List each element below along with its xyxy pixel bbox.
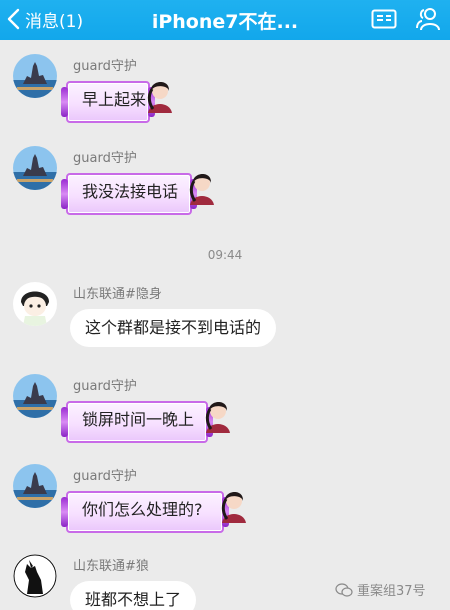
- cartoon-avatar-icon: [13, 282, 57, 326]
- castle-avatar-icon: [13, 464, 57, 508]
- sender-name: guard守护: [73, 151, 137, 166]
- avatar[interactable]: [13, 282, 57, 326]
- avatar[interactable]: [13, 554, 57, 598]
- wechat-icon: [335, 582, 353, 597]
- message-text: 早上起来: [82, 90, 147, 109]
- castle-avatar-icon: [13, 54, 57, 98]
- profile-card-icon: [371, 9, 397, 29]
- wolf-avatar-icon: [13, 554, 57, 598]
- chat-header: 消息(1) iPhone7不在...: [0, 0, 450, 40]
- message-text: 我没法接电话: [82, 182, 179, 201]
- message-text: 你们怎么处理的?: [82, 500, 203, 519]
- watermark-text: 重案组37号: [357, 584, 426, 599]
- avatar[interactable]: [13, 464, 57, 508]
- avatar-sticker-icon: [221, 491, 246, 523]
- avatar[interactable]: [13, 374, 57, 418]
- sender-name: guard守护: [73, 379, 137, 394]
- avatar-sticker-icon: [189, 173, 214, 205]
- message-text: 锁屏时间一晚上: [82, 410, 195, 429]
- sender-name: 山东联通#狼: [73, 559, 149, 574]
- watermark: 重案组37号: [335, 580, 426, 599]
- group-members-button[interactable]: [412, 4, 444, 34]
- timestamp: 09:44: [207, 248, 243, 262]
- avatar-sticker-icon: [147, 81, 172, 113]
- group-members-icon: [416, 8, 440, 31]
- sender-name: guard守护: [73, 59, 137, 74]
- message-bubble[interactable]: 这个群都是接不到电话的: [70, 309, 277, 347]
- castle-avatar-icon: [13, 146, 57, 190]
- message-text: 班都不想上了: [85, 590, 182, 609]
- avatar-sticker-icon: [205, 401, 230, 433]
- message-bubble[interactable]: 你们怎么处理的?: [61, 491, 246, 533]
- castle-avatar-icon: [13, 374, 57, 418]
- profile-card-button[interactable]: [368, 4, 400, 34]
- sender-name: 山东联通#隐身: [73, 287, 162, 302]
- message-bubble[interactable]: 班都不想上了: [70, 581, 197, 610]
- message-bubble[interactable]: 早上起来: [61, 81, 174, 123]
- avatar[interactable]: [13, 54, 57, 98]
- message-bubble[interactable]: 锁屏时间一晚上: [61, 401, 231, 443]
- message-text: 这个群都是接不到电话的: [85, 318, 262, 337]
- message-bubble[interactable]: 我没法接电话: [61, 173, 216, 215]
- sender-name: guard守护: [73, 469, 137, 484]
- avatar[interactable]: [13, 146, 57, 190]
